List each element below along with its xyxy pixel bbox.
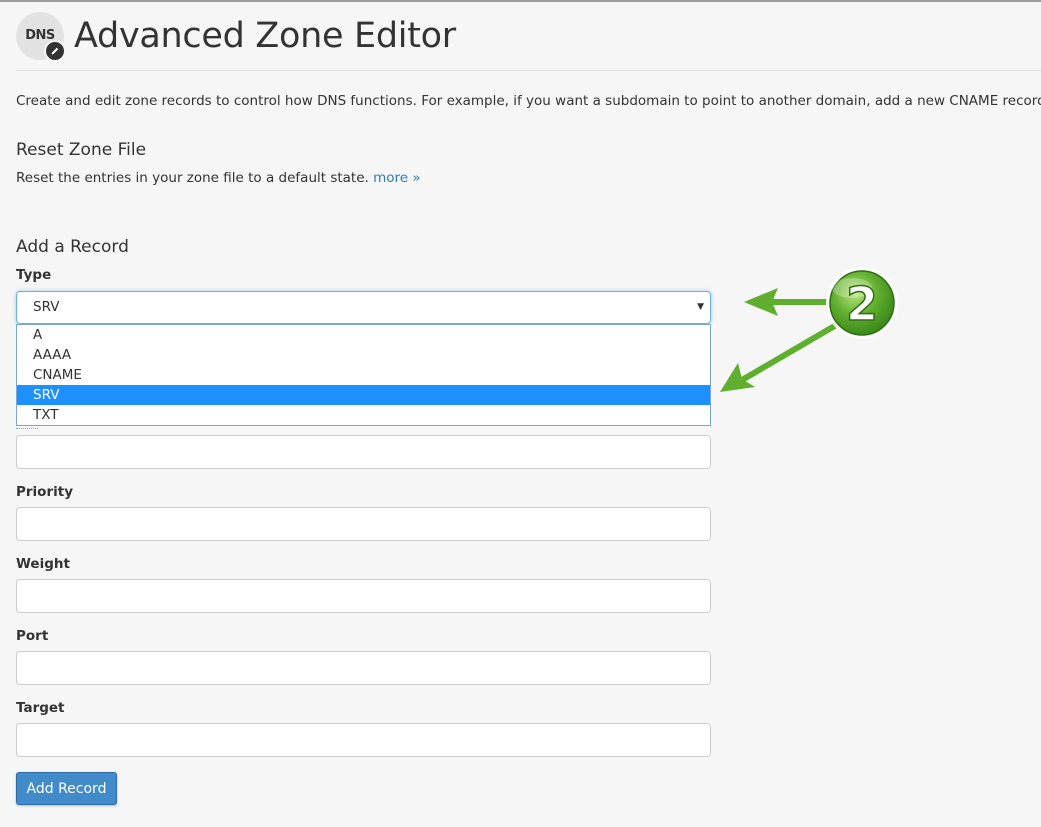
obscured-label-underline	[16, 428, 38, 429]
type-select[interactable]: SRV ▼	[16, 291, 711, 324]
port-field[interactable]	[16, 651, 711, 685]
chevron-down-icon: ▼	[697, 302, 704, 312]
page-header: DNS Advanced Zone Editor	[16, 12, 456, 62]
type-option-cname[interactable]: CNAME	[17, 365, 710, 385]
type-option-srv[interactable]: SRV	[17, 385, 710, 405]
dns-logo-icon: DNS	[16, 12, 66, 62]
arrow-to-dropdown-icon	[720, 321, 841, 392]
page-title: Advanced Zone Editor	[74, 16, 456, 56]
type-select-value: SRV	[33, 299, 60, 315]
target-label: Target	[16, 700, 65, 716]
type-label: Type	[16, 267, 52, 283]
add-record-button[interactable]: Add Record	[16, 772, 117, 805]
type-option-a[interactable]: A	[17, 325, 710, 345]
page: DNS Advanced Zone Editor Create and edit…	[0, 0, 1041, 827]
arrow-to-select-icon	[744, 288, 831, 316]
pencil-icon	[44, 40, 66, 62]
more-link[interactable]: more »	[373, 170, 421, 186]
reset-zone-description: Reset the entries in your zone file to a…	[16, 170, 421, 186]
type-option-txt[interactable]: TXT	[17, 405, 710, 425]
reset-zone-heading: Reset Zone File	[16, 140, 147, 160]
step-number: 2	[846, 277, 878, 331]
type-dropdown-list: A AAAA CNAME SRV TXT	[16, 324, 711, 426]
weight-label: Weight	[16, 556, 70, 572]
port-label: Port	[16, 628, 49, 644]
target-field[interactable]	[16, 723, 711, 757]
step-badge-icon: 2	[826, 267, 898, 339]
reset-zone-text: Reset the entries in your zone file to a…	[16, 170, 369, 186]
page-description: Create and edit zone records to control …	[16, 93, 1041, 109]
name-field[interactable]	[16, 435, 711, 469]
priority-label: Priority	[16, 484, 73, 500]
type-option-aaaa[interactable]: AAAA	[17, 345, 710, 365]
priority-field[interactable]	[16, 507, 711, 541]
weight-field[interactable]	[16, 579, 711, 613]
title-divider	[16, 70, 1041, 71]
add-record-heading: Add a Record	[16, 237, 129, 257]
